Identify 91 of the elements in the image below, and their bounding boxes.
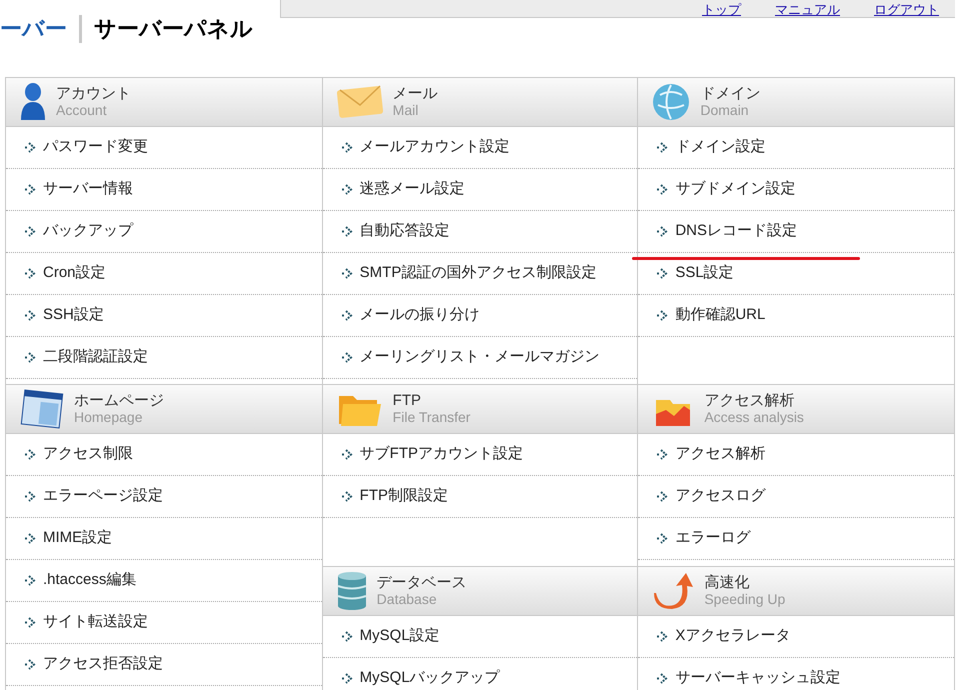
curved-arrow-icon — [652, 571, 694, 611]
menu-link[interactable]: ドメイン設定 — [675, 136, 766, 159]
arrow-bullet-icon — [24, 352, 37, 363]
arrow-bullet-icon — [340, 268, 354, 279]
section-subtitle: Access analysis — [704, 409, 804, 426]
arrow-bullet-icon — [656, 449, 670, 460]
arrow-bullet-icon — [24, 184, 37, 195]
section-title: FTP — [392, 392, 422, 409]
menu-link[interactable]: アクセス解析 — [675, 443, 766, 466]
panel-title: サーバーパネル — [94, 15, 253, 43]
arrow-bullet-icon — [656, 184, 670, 195]
section-title: ドメイン — [700, 85, 760, 102]
arrow-bullet-icon — [340, 184, 354, 195]
envelope-icon — [336, 85, 383, 119]
menu-link[interactable]: エラーログ — [675, 527, 750, 550]
nav-link[interactable]: マニュアル — [775, 3, 840, 17]
section-title: メール — [392, 85, 438, 102]
arrow-bullet-icon — [24, 449, 37, 460]
arrow-bullet-icon — [24, 617, 37, 628]
arrow-bullet-icon — [340, 310, 354, 321]
arrow-bullet-icon — [340, 352, 354, 363]
arrow-bullet-icon — [656, 268, 670, 279]
menu-link[interactable]: バックアップ — [43, 220, 133, 243]
menu-link[interactable]: サイト転送設定 — [43, 611, 148, 634]
menu-link[interactable]: MIME設定 — [43, 527, 112, 550]
person-icon — [20, 82, 46, 122]
menu-link[interactable]: エラーページ設定 — [43, 485, 163, 508]
menu-link[interactable]: MySQL設定 — [360, 625, 440, 648]
menu-link[interactable]: .htaccess編集 — [43, 569, 136, 592]
arrow-bullet-icon — [24, 310, 37, 321]
section-subtitle: Database — [376, 591, 438, 608]
arrow-bullet-icon — [340, 449, 354, 460]
menu-link[interactable]: Xアクセラレータ — [675, 625, 790, 648]
arrow-bullet-icon — [656, 491, 670, 502]
menu-link[interactable]: アクセス拒否設定 — [43, 653, 163, 676]
menu-link[interactable]: SSH設定 — [43, 304, 104, 327]
arrow-bullet-icon — [340, 491, 354, 502]
arrow-bullet-icon — [340, 142, 354, 153]
logo-text: ーバー — [0, 15, 67, 43]
database-icon — [336, 571, 367, 611]
arrow-bullet-icon — [24, 575, 37, 586]
arrow-bullet-icon — [340, 631, 354, 642]
section-title: アカウント — [56, 85, 131, 102]
section-subtitle: Speeding Up — [704, 591, 786, 608]
section-subtitle: Homepage — [74, 409, 144, 426]
arrow-bullet-icon — [656, 310, 670, 321]
section-subtitle: Domain — [700, 102, 750, 119]
menu-link[interactable]: SMTP認証の国外アクセス制限設定 — [360, 262, 596, 285]
section-subtitle: Account — [56, 102, 108, 119]
arrow-bullet-icon — [24, 659, 37, 670]
menu-link[interactable]: パスワード変更 — [43, 136, 148, 159]
arrow-bullet-icon — [656, 533, 670, 544]
menu-link[interactable]: アクセス制限 — [43, 443, 133, 466]
arrow-bullet-icon — [24, 226, 37, 237]
section-title: データベース — [376, 574, 467, 591]
arrow-bullet-icon — [656, 673, 670, 684]
arrow-bullet-icon — [24, 533, 37, 544]
menu-link[interactable]: FTP制限設定 — [360, 485, 448, 508]
arrow-bullet-icon — [656, 142, 670, 153]
menu-link[interactable]: 迷惑メール設定 — [360, 178, 465, 201]
section-title: 高速化 — [704, 574, 750, 591]
nav-link[interactable]: ログアウト — [874, 3, 939, 17]
menu-link[interactable]: 二段階認証設定 — [43, 346, 148, 369]
menu-link[interactable]: メーリングリスト・メールマガジン — [360, 346, 600, 369]
section-title: ホームページ — [74, 392, 164, 409]
menu-link[interactable]: サーバーキャッシュ設定 — [675, 667, 840, 690]
section-subtitle: Mail — [392, 102, 420, 119]
section-title: アクセス解析 — [704, 392, 796, 409]
nav-link[interactable]: トップ — [702, 3, 741, 17]
menu-link[interactable]: DNSレコード設定 — [675, 220, 798, 243]
menu-link[interactable]: 動作確認URL — [675, 304, 766, 327]
menu-link[interactable]: アクセスログ — [675, 485, 766, 508]
menu-link[interactable]: サブFTPアカウント設定 — [360, 443, 524, 466]
window-icon — [20, 389, 64, 429]
section-subtitle: File Transfer — [392, 409, 470, 426]
arrow-bullet-icon — [24, 491, 37, 502]
menu-link[interactable]: メールアカウント設定 — [360, 136, 510, 159]
arrow-bullet-icon — [340, 226, 354, 237]
arrow-bullet-icon — [24, 268, 37, 279]
globe-icon — [652, 83, 690, 121]
menu-link[interactable]: メールの振り分け — [360, 304, 480, 327]
menu-link[interactable]: SSL設定 — [675, 262, 734, 285]
arrow-bullet-icon — [656, 631, 670, 642]
arrow-bullet-icon — [656, 226, 670, 237]
menu-link[interactable]: MySQLバックアップ — [360, 667, 500, 690]
arrow-bullet-icon — [24, 142, 37, 153]
arrow-bullet-icon — [340, 673, 354, 684]
menu-link[interactable]: サブドメイン設定 — [675, 178, 796, 201]
menu-link[interactable]: 自動応答設定 — [360, 220, 450, 243]
menu-link[interactable]: Cron設定 — [43, 262, 106, 285]
menu-link[interactable]: サーバー情報 — [43, 178, 133, 201]
